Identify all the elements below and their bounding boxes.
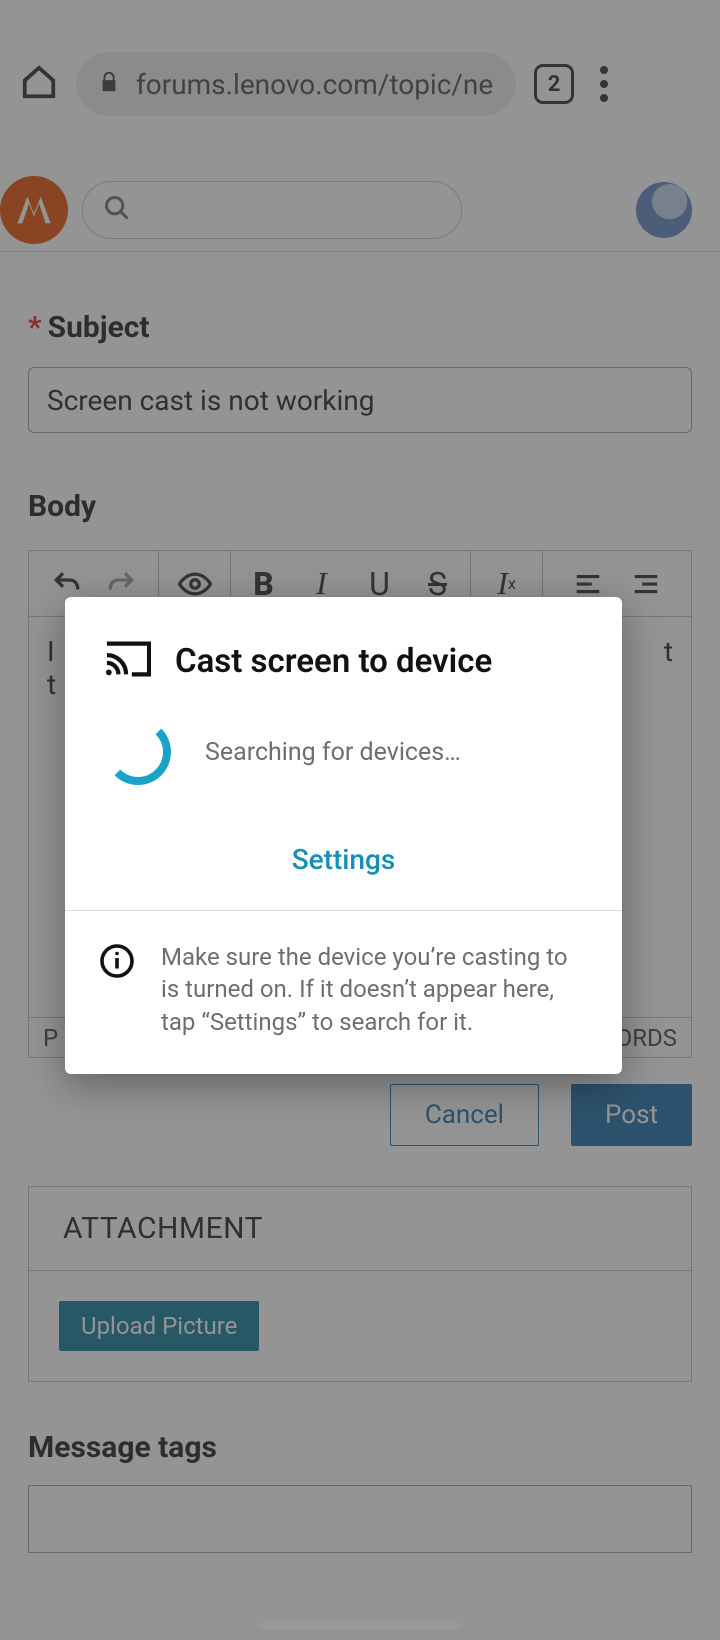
cast-dialog: Cast screen to device Searching for devi… <box>65 597 622 1074</box>
loading-spinner-icon <box>105 719 171 785</box>
dialog-title: Cast screen to device <box>175 642 492 681</box>
dialog-settings-row: Settings <box>65 815 622 910</box>
cast-icon <box>105 639 151 683</box>
dialog-info-row: Make sure the device you’re casting to i… <box>65 910 622 1074</box>
settings-link[interactable]: Settings <box>292 843 396 876</box>
dialog-header: Cast screen to device <box>65 597 622 701</box>
dialog-search-row: Searching for devices… <box>65 701 622 815</box>
searching-text: Searching for devices… <box>205 738 461 767</box>
dialog-info-text: Make sure the device you’re casting to i… <box>161 941 588 1038</box>
info-icon <box>99 941 135 1038</box>
gesture-handle[interactable] <box>260 1623 460 1630</box>
